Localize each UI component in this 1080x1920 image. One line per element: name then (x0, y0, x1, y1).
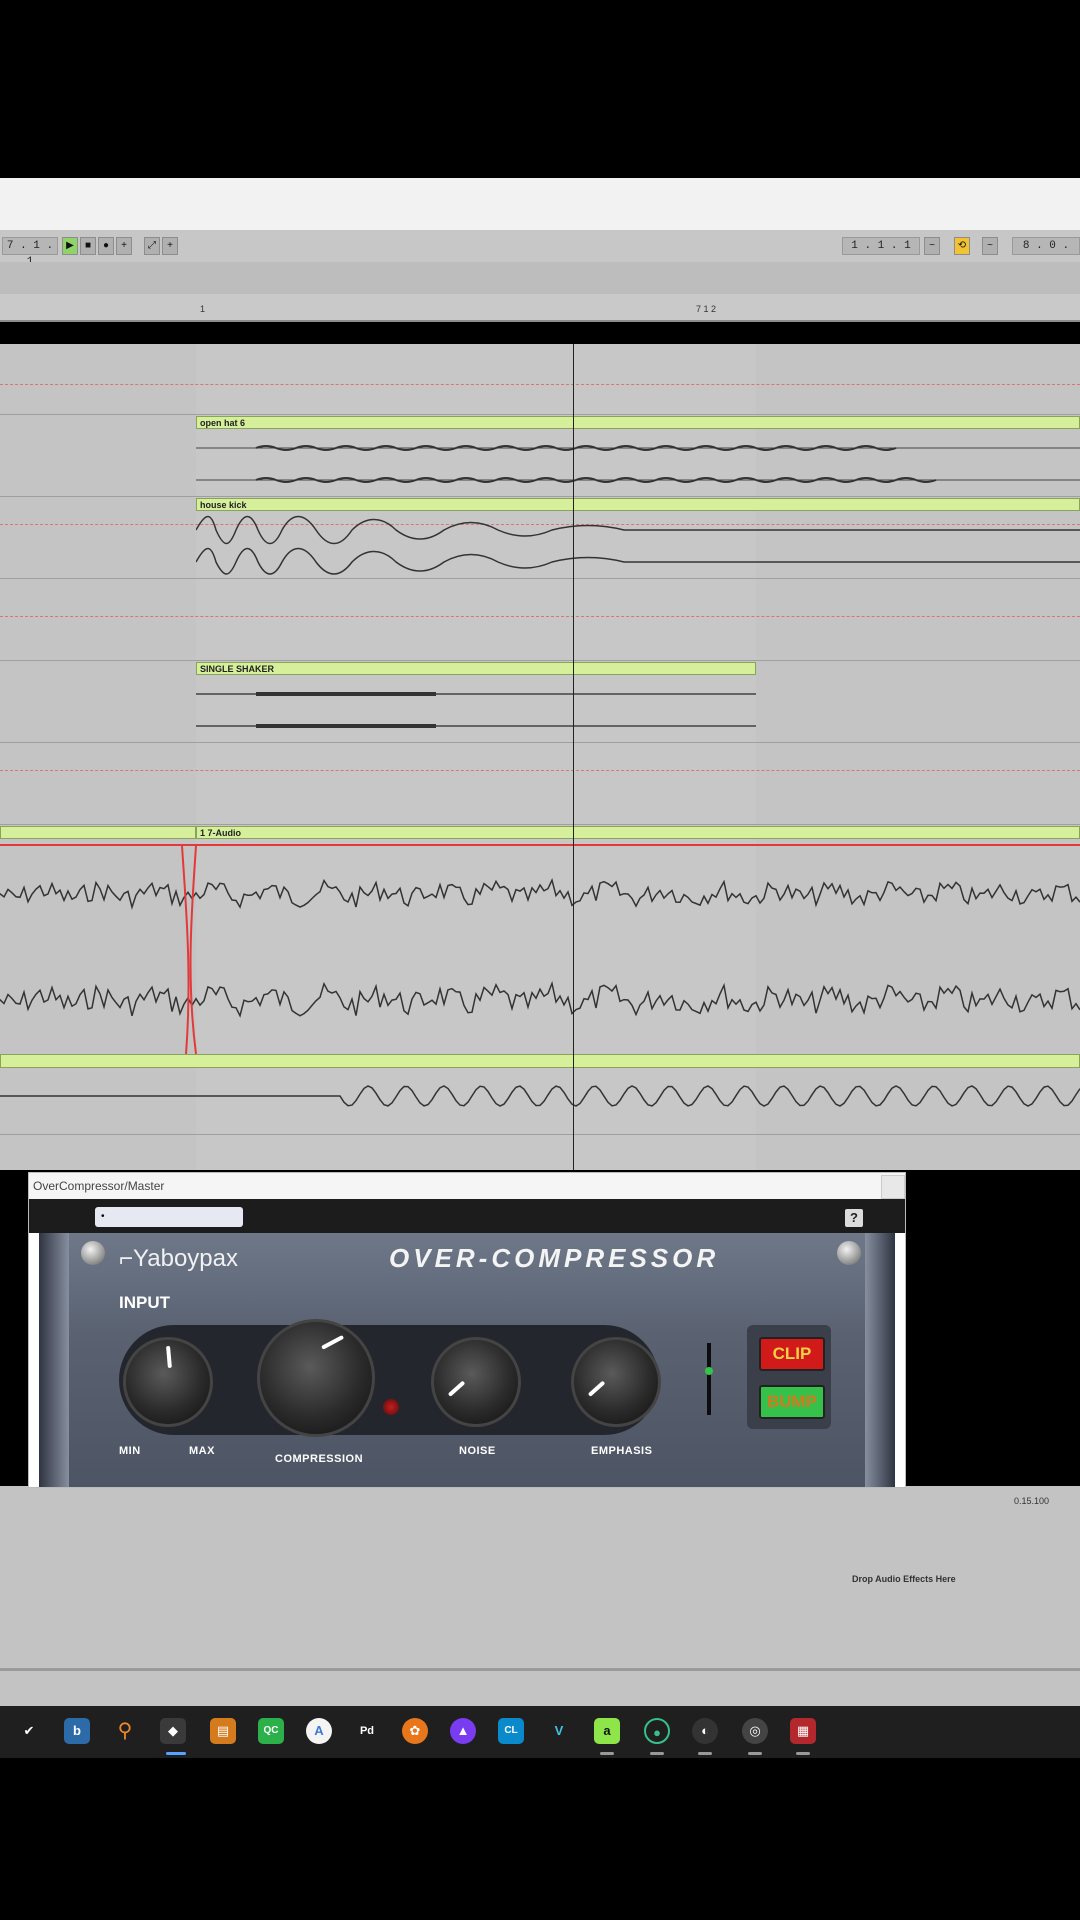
running-indicator (748, 1752, 762, 1755)
ruler-marker: 1 (200, 304, 206, 314)
song-position-field[interactable]: 7 . 1 . 1 (2, 237, 58, 268)
green-circle-icon[interactable]: ● (644, 1718, 670, 1744)
knob-pointer (587, 1380, 606, 1397)
loop-start-field[interactable]: 1 . 1 . 1 (842, 237, 920, 255)
loop-toggle-icon[interactable]: ⟲ (954, 237, 970, 255)
loop-length-field[interactable]: 8 . 0 . (1012, 237, 1080, 255)
folder-app-icon[interactable]: ▤ (210, 1718, 236, 1744)
brand-logo: ⌐Yaboypax (119, 1245, 238, 1272)
overview-strip (0, 262, 1080, 295)
winrar-icon[interactable]: ▦ (790, 1718, 816, 1744)
arrangement-view[interactable]: open hat 6 house kick SINGLE SHAKER 1 7-… (0, 344, 1080, 1170)
knob-pointer (166, 1345, 172, 1369)
chrome-icon[interactable]: A (306, 1718, 332, 1744)
clip-house-kick[interactable]: house kick (196, 498, 1080, 511)
running-indicator (650, 1752, 664, 1755)
follow-icon[interactable]: ⤢ (144, 237, 160, 255)
mode-buttons: CLIP BUMP (747, 1325, 831, 1429)
output-meter (705, 1343, 713, 1415)
emphasis-knob[interactable] (571, 1337, 661, 1427)
running-indicator (796, 1752, 810, 1755)
automation-line (0, 770, 1080, 771)
compression-knob[interactable] (257, 1319, 375, 1437)
waveform-house-kick (196, 515, 1080, 575)
min-label: MIN (119, 1445, 141, 1457)
divider (0, 1668, 1080, 1671)
affinity-icon[interactable]: ▲ (450, 1718, 476, 1744)
punch-out-icon[interactable]: ~ (982, 237, 998, 255)
plugin-window-title[interactable]: OverCompressor/Master (29, 1173, 905, 1199)
dark-app-icon[interactable]: ◐ (692, 1718, 718, 1744)
input-knob[interactable] (123, 1337, 213, 1427)
davinci-icon[interactable]: ◆ (160, 1718, 186, 1744)
running-indicator (600, 1752, 614, 1755)
taskbar: ✔ b ⚲ ◆ ▤ QC A Pd ✿ ▲ CL V a ● ◐ ◎ ▦ (0, 1706, 1080, 1758)
checkmark-icon[interactable]: ✔ (16, 1718, 42, 1744)
play-button[interactable]: ▶ (62, 237, 78, 255)
pd-icon[interactable]: Pd (354, 1718, 380, 1744)
active-indicator (166, 1752, 186, 1755)
bump-button[interactable]: BUMP (759, 1385, 825, 1419)
fl-studio-icon[interactable]: ✿ (402, 1718, 428, 1744)
beat-ruler[interactable]: 1 7 1 2 (0, 294, 1080, 322)
track-lane[interactable] (0, 578, 1080, 661)
track-lane[interactable] (0, 824, 1080, 1055)
clip-bottom[interactable] (0, 1054, 1080, 1068)
waveform-single-shaker (196, 692, 756, 728)
record-button[interactable]: ● (98, 237, 114, 255)
close-button[interactable] (881, 1175, 905, 1199)
preset-field[interactable]: • (95, 1207, 243, 1227)
obs-icon[interactable]: ◎ (742, 1718, 768, 1744)
clip-single-shaker[interactable]: SINGLE SHAKER (196, 662, 756, 675)
emphasis-label: EMPHASIS (591, 1445, 653, 1457)
qc-icon[interactable]: QC (258, 1718, 284, 1744)
brand-name: Yaboypax (133, 1245, 238, 1272)
noise-label: NOISE (459, 1445, 496, 1457)
add-button[interactable]: + (116, 237, 132, 255)
max-label: MAX (189, 1445, 215, 1457)
time-readout: 0.15.100 (1014, 1496, 1050, 1506)
compressor-panel: ⌐Yaboypax OVER-COMPRESSOR INPUT MIN MAX … (39, 1233, 895, 1487)
noise-knob[interactable] (431, 1337, 521, 1427)
window-title-bar (0, 178, 1080, 231)
waveform-open-hat (196, 445, 1080, 483)
panel-edge-left (39, 1233, 69, 1487)
panel-edge-right (865, 1233, 895, 1487)
search-icon[interactable]: ⚲ (112, 1718, 138, 1744)
draw-mode-icon[interactable]: + (162, 237, 178, 255)
knob-pointer (447, 1380, 466, 1397)
clion-icon[interactable]: CL (498, 1718, 524, 1744)
automation-line (0, 384, 1080, 385)
playhead[interactable] (573, 344, 574, 1170)
led-indicator (383, 1399, 399, 1415)
compression-label: COMPRESSION (275, 1453, 364, 1465)
knob-pointer (321, 1334, 345, 1350)
help-button[interactable]: ? (845, 1209, 863, 1227)
device-view: Drop Audio Effects Here 0.15.100 (0, 1486, 1080, 1706)
screw-icon (837, 1241, 861, 1265)
drop-effects-hint: Drop Audio Effects Here (852, 1574, 956, 1584)
vs-icon[interactable]: V (546, 1718, 572, 1744)
punch-in-icon[interactable]: ~ (924, 237, 940, 255)
stop-button[interactable]: ■ (80, 237, 96, 255)
screw-icon (81, 1241, 105, 1265)
ruler-marker: 7 1 2 (696, 304, 717, 314)
plugin-header: • ? (29, 1199, 905, 1233)
track-lane[interactable] (0, 344, 1080, 415)
product-title: OVER-COMPRESSOR (389, 1243, 720, 1273)
clip-button[interactable]: CLIP (759, 1337, 825, 1371)
ableton-icon[interactable]: a (594, 1718, 620, 1744)
track-lane[interactable] (0, 742, 1080, 825)
running-indicator (698, 1752, 712, 1755)
b-app-icon[interactable]: b (64, 1718, 90, 1744)
meter-led (705, 1367, 713, 1375)
transport-bar: 7 . 1 . 1 ▶ ■ ● + ⤢ + 1 . 1 . 1 ~ ⟲ ~ 8 … (0, 230, 1080, 268)
input-label: INPUT (119, 1293, 170, 1312)
plugin-window[interactable]: OverCompressor/Master • ? ⌐Yaboypax OVER… (28, 1172, 906, 1488)
automation-line (0, 616, 1080, 617)
track-lane[interactable] (0, 1068, 1080, 1135)
clip-open-hat[interactable]: open hat 6 (196, 416, 1080, 429)
